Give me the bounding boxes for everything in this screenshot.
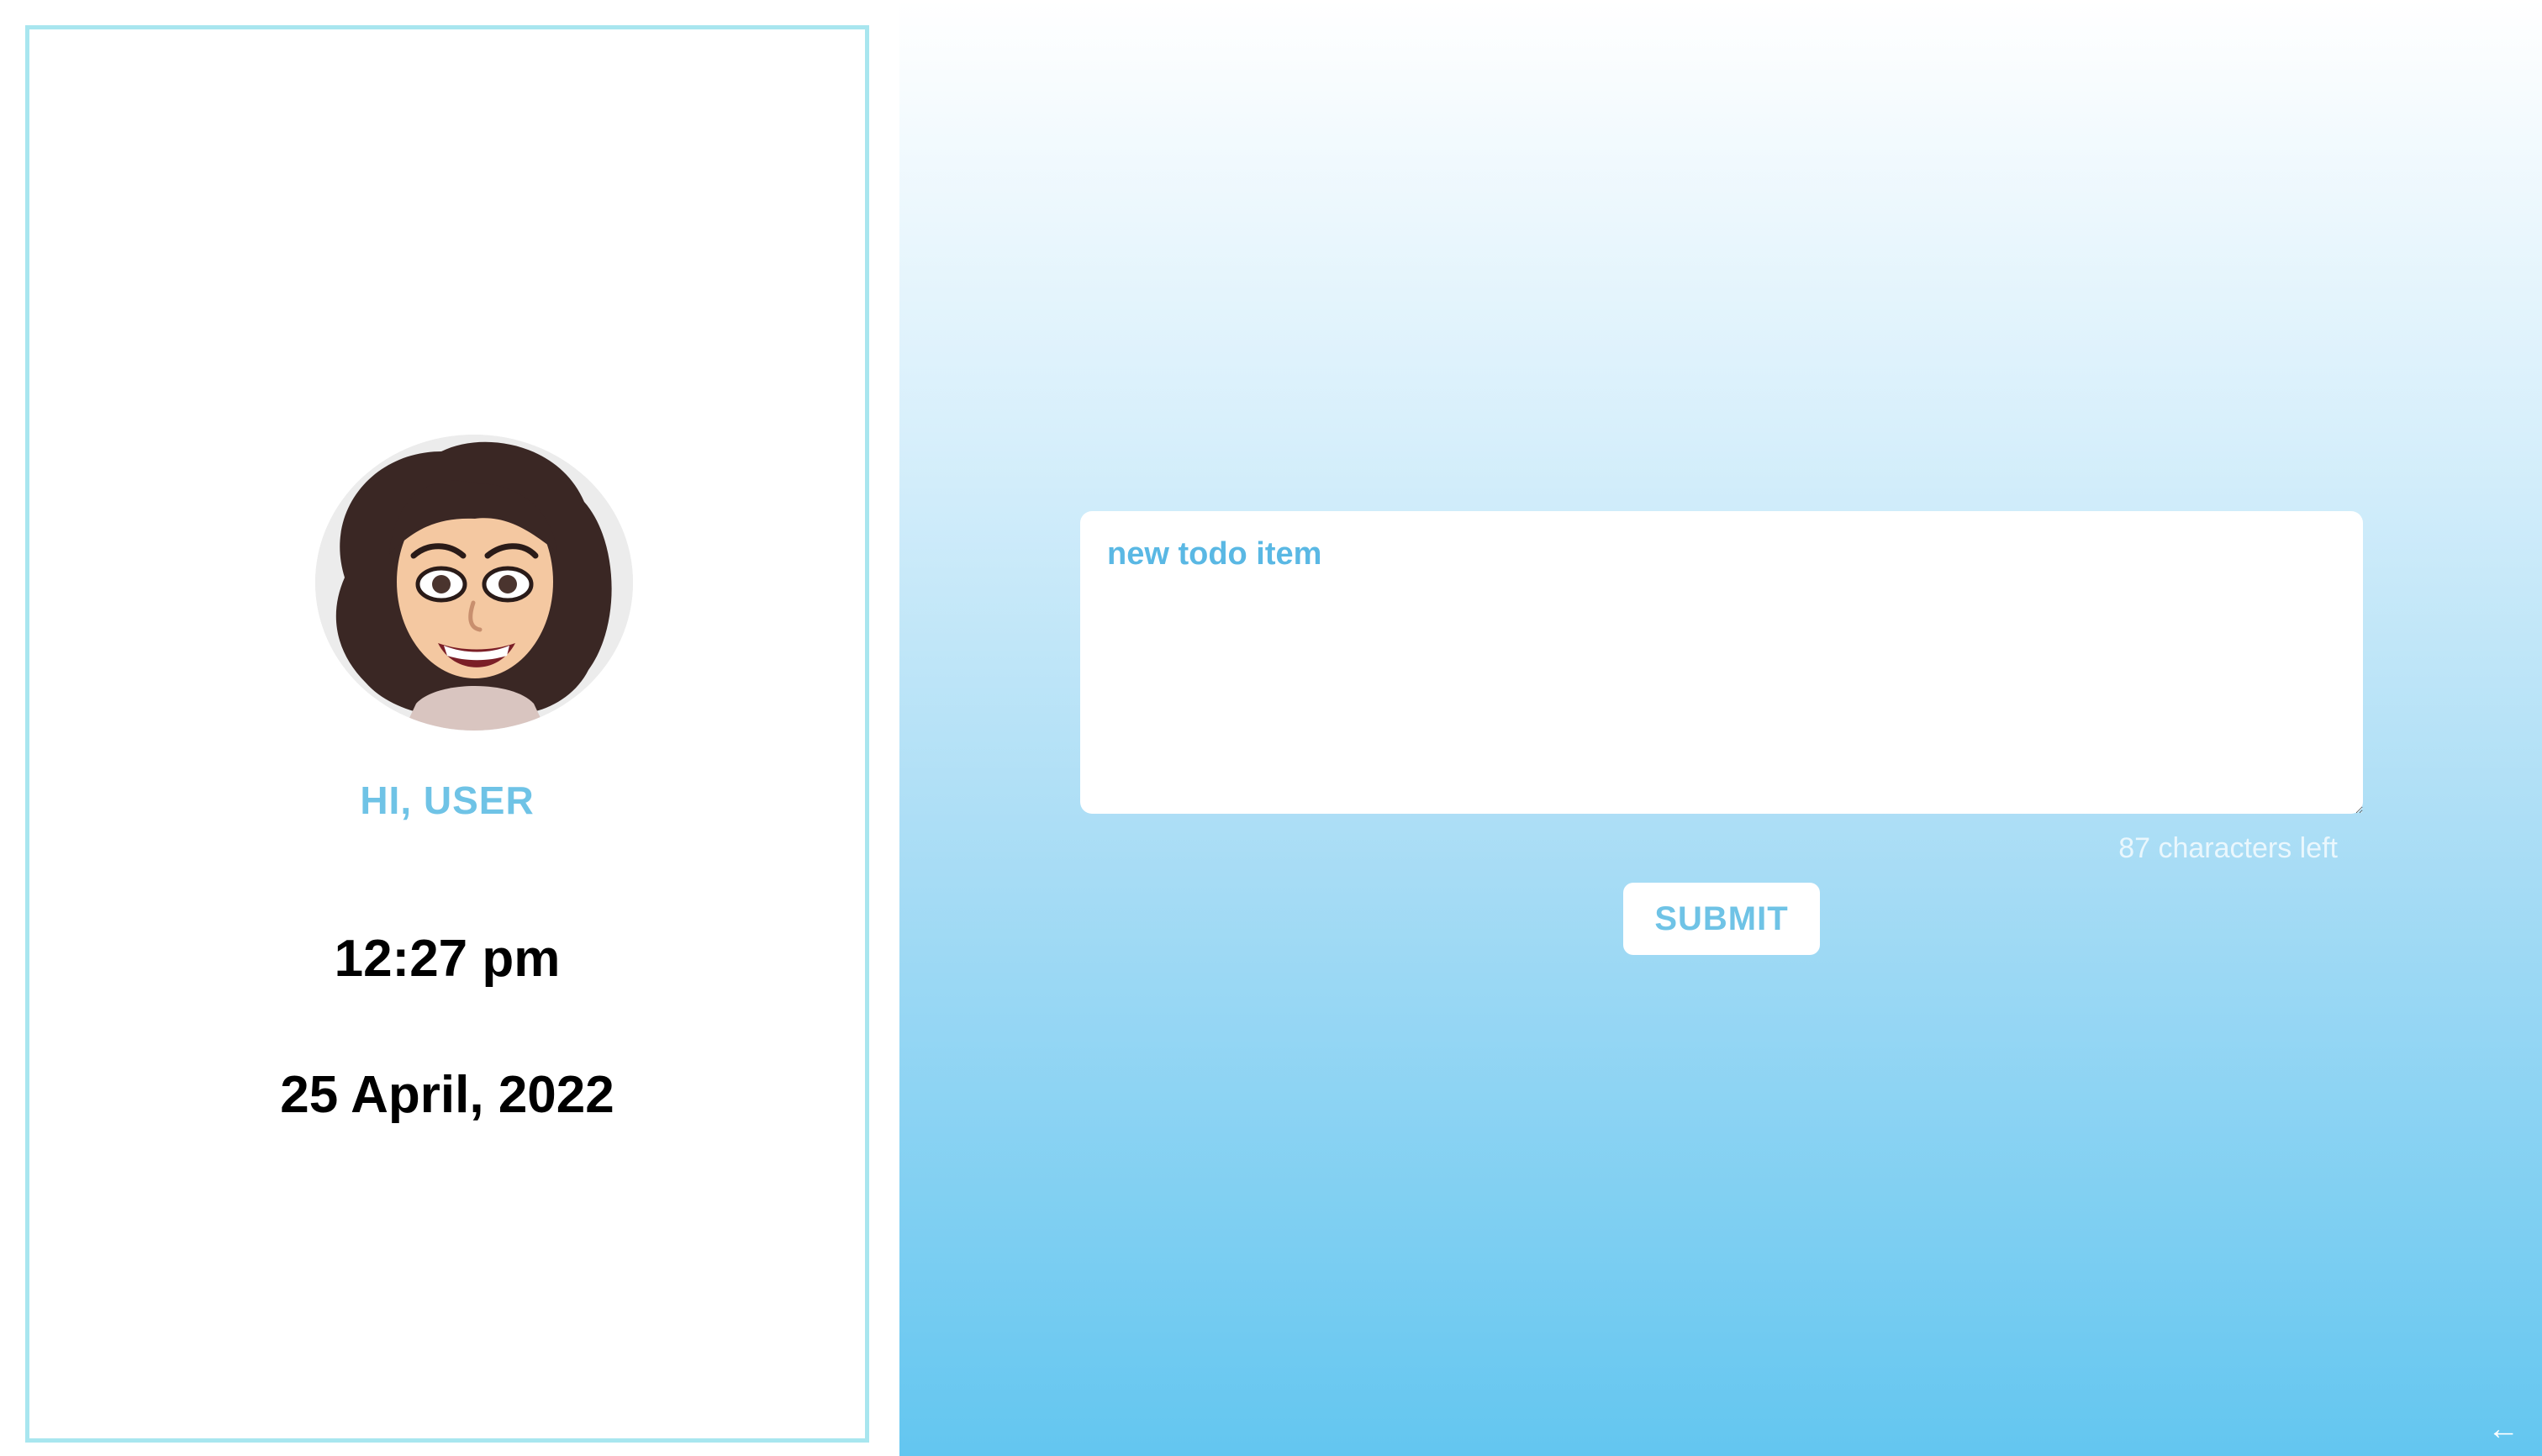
current-time: 12:27 pm: [334, 930, 561, 988]
arrow-left-icon: ←: [2487, 1411, 2519, 1447]
greeting-text: HI, USER: [360, 778, 535, 822]
avatar: [315, 435, 633, 731]
profile-card: HI, USER 12:27 pm 25 April, 2022: [25, 25, 869, 1443]
submit-button[interactable]: SUBMIT: [1623, 883, 1820, 955]
avatar-icon: [315, 435, 633, 731]
todo-panel: new todo item 87 characters left SUBMIT …: [899, 0, 2542, 1456]
back-button[interactable]: ←: [2487, 1412, 2520, 1446]
todo-input[interactable]: new todo item: [1080, 511, 2363, 814]
app-page: HI, USER 12:27 pm 25 April, 2022 new tod…: [0, 0, 2542, 1456]
characters-left-text: 87 characters left: [2118, 832, 2338, 864]
current-date: 25 April, 2022: [280, 1066, 614, 1124]
